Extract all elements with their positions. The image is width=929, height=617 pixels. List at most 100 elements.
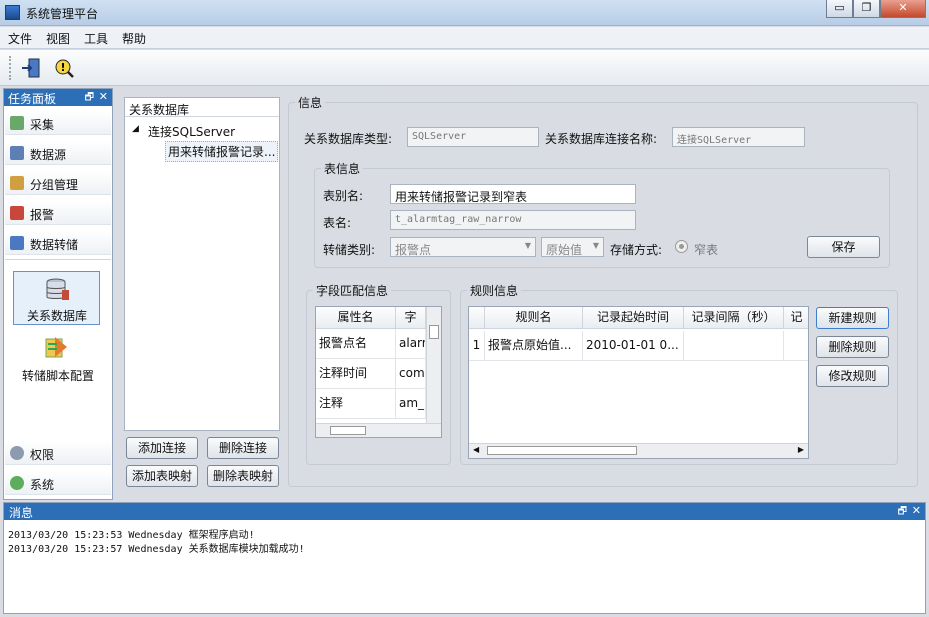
column-header[interactable]: 记录起始时间 [583,307,684,329]
horizontal-scrollbar[interactable] [316,423,441,437]
menu-view[interactable]: 视图 [40,27,76,50]
delete-connection-button[interactable]: 删除连接 [207,437,279,459]
nav-item-system[interactable]: 系统 [5,471,111,495]
restore-button[interactable]: ❐ [853,0,880,18]
nav-label: 报警 [30,208,55,222]
table-cell[interactable]: 报警点名 [316,329,396,359]
scroll-thumb[interactable] [330,426,366,435]
tree-root[interactable]: 连接SQLServer [148,123,235,140]
table-cell[interactable]: 报警点原始值... [485,331,583,361]
row-number[interactable]: 1 [469,331,485,361]
dump-type-select[interactable]: 报警点 ▼ [390,237,536,257]
module-relational-db[interactable]: 关系数据库 [13,271,100,325]
nav-label: 系统 [30,478,55,492]
table-cell[interactable]: 2010-01-01 0... [583,331,684,361]
task-panel-title: 任务面板 [8,92,57,106]
nav-item-permission[interactable]: 权限 [5,441,111,465]
menu-file[interactable]: 文件 [2,27,38,50]
column-header[interactable]: 属性名 [316,307,396,329]
storage-label: 存储方式: [610,243,663,257]
toolbar: ! [0,50,929,86]
log-line: 2013/03/20 15:23:53 Wednesday 框架程序启动! [8,530,255,541]
column-header[interactable]: 字 [396,307,426,329]
nav-item-collect[interactable]: 采集 [5,111,111,135]
column-header[interactable]: 记 [784,307,808,329]
edit-rule-button[interactable]: 修改规则 [816,365,889,387]
message-panel-title: 消息 [9,506,34,520]
menu-tools[interactable]: 工具 [78,27,114,50]
minimize-button[interactable]: ▭ [826,0,853,18]
save-button[interactable]: 保存 [807,236,880,258]
dump-type-label: 转储类别: [323,243,376,257]
dump-type-value: 报警点 [395,243,432,257]
svg-text:!: ! [60,61,65,74]
conn-name-field[interactable]: 连接SQLServer [672,127,805,147]
table-cell[interactable]: com [396,359,426,389]
task-panel-header: 任务面板 🗗 ✕ [4,89,112,106]
chevron-down-icon: ▼ [592,241,599,250]
table-alias-field[interactable]: 用来转储报警记录到窄表 [390,184,636,204]
nav-item-dump[interactable]: 数据转储 [5,231,111,255]
script-config-icon[interactable] [43,334,71,362]
field-match-legend: 字段匹配信息 [316,284,389,298]
message-log: 2013/03/20 15:23:53 Wednesday 框架程序启动! 20… [4,520,925,557]
title-bar: 系统管理平台 ▭ ❐ ✕ [0,0,929,26]
vertical-scrollbar[interactable] [426,307,441,423]
info-legend: 信息 [298,96,323,110]
add-connection-button[interactable]: 添加连接 [126,437,198,459]
message-panel-header: 消息 🗗 ✕ [4,503,925,520]
close-button[interactable]: ✕ [880,0,926,18]
rules-legend: 规则信息 [470,284,519,298]
table-alias-label: 表别名: [323,189,364,203]
close-icon[interactable]: ✕ [912,504,921,517]
scroll-thumb[interactable] [429,325,439,339]
horizontal-scrollbar[interactable]: ◀ ▶ [469,443,808,458]
column-header[interactable]: 记录间隔（秒） [684,307,784,329]
log-line: 2013/03/20 15:23:57 Wednesday 关系数据库模块加载成… [8,544,305,555]
table-cell[interactable]: 注释 [316,389,396,419]
pin-icon[interactable]: 🗗 [85,90,94,107]
group-icon [10,176,24,190]
tree-child[interactable]: 用来转储报警记录... [165,141,278,162]
table-cell[interactable]: am_ [396,389,426,419]
rules-grid: 规则名 记录起始时间 记录间隔（秒） 记 1 报警点原始值... 2010-01… [468,306,809,459]
table-name-field[interactable]: t_alarmtag_raw_narrow [390,210,636,230]
nav-item-group[interactable]: 分组管理 [5,171,111,195]
table-cell[interactable] [684,331,784,361]
delete-rule-button[interactable]: 删除规则 [816,336,889,358]
table-cell[interactable]: 注释时间 [316,359,396,389]
storage-radio[interactable] [675,240,688,253]
column-header[interactable]: 规则名 [485,307,583,329]
system-icon [10,476,24,490]
column-header[interactable] [469,307,485,329]
collect-icon [10,116,24,130]
db-type-field[interactable]: SQLServer [407,127,539,147]
raw-value-select[interactable]: 原始值 ▼ [541,237,604,257]
scroll-left-icon[interactable]: ◀ [473,445,479,454]
delete-table-mapping-button[interactable]: 删除表映射 [207,465,279,487]
menu-help[interactable]: 帮助 [116,27,152,50]
add-table-mapping-button[interactable]: 添加表映射 [126,465,198,487]
table-cell[interactable] [784,331,808,361]
toolbar-grip [9,56,11,80]
scroll-right-icon[interactable]: ▶ [798,445,804,454]
dump-icon [10,236,24,250]
nav-label: 权限 [30,448,55,462]
module-label[interactable]: 转储脚本配置 [5,367,111,384]
db-type-label: 关系数据库类型: [304,132,393,146]
pin-icon[interactable]: 🗗 [898,504,907,521]
nav-item-datasource[interactable]: 数据源 [5,141,111,165]
table-cell[interactable]: alarm [396,329,426,359]
expand-icon[interactable]: ◢ [132,124,139,134]
warning-search-icon[interactable]: ! [53,57,75,79]
scroll-thumb[interactable] [487,446,637,455]
login-icon[interactable] [20,57,42,79]
db-panel-title: 关系数据库 [125,98,279,117]
alarm-icon [10,206,24,220]
user-icon [10,446,24,460]
new-rule-button[interactable]: 新建规则 [816,307,889,329]
close-icon[interactable]: ✕ [99,90,108,103]
nav-item-alarm[interactable]: 报警 [5,201,111,225]
db-tree-panel: 关系数据库 ◢ 连接SQLServer 用来转储报警记录... [124,97,280,431]
module-label: 关系数据库 [26,309,87,323]
